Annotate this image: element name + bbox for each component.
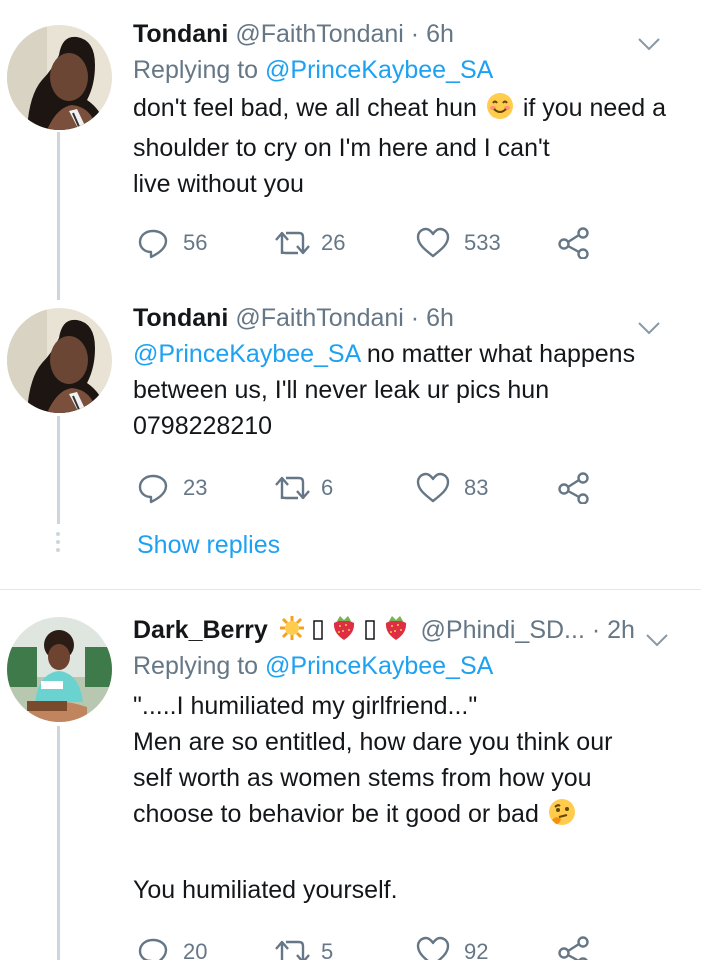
tweet-text: don't feel bad, we all cheat hun if you …: [133, 90, 689, 202]
share-button[interactable]: [557, 223, 593, 263]
strawberry-emoji: [333, 616, 354, 640]
retweet-count: 5: [321, 939, 334, 960]
replying-to: Replying to @PrinceKaybee_SA: [133, 648, 689, 684]
like-button[interactable]: 92: [416, 932, 488, 960]
tweet-text: @PrinceKaybee_SA no matter what happens …: [133, 336, 689, 444]
chevron-down-icon[interactable]: [645, 622, 669, 658]
reply-count: 23: [183, 475, 208, 500]
chevron-down-icon[interactable]: [637, 26, 661, 62]
reply-count: 56: [183, 230, 208, 255]
thread-line: [57, 726, 60, 960]
timeline: Tondani @FaithTondani · 6h Replying to @…: [0, 0, 701, 960]
retweet-button[interactable]: 5: [273, 932, 333, 960]
replying-mention[interactable]: @PrinceKaybee_SA: [265, 56, 493, 84]
retweet-icon: [275, 476, 310, 500]
tweet-text-line: live without you: [133, 170, 304, 198]
unknown-glyph-icon: [364, 620, 375, 640]
retweet-button[interactable]: 26: [273, 223, 345, 263]
tweet[interactable]: Tondani @FaithTondani · 6h Replying to @…: [133, 16, 689, 263]
thinking-face-emoji: [548, 798, 576, 836]
retweet-button[interactable]: 6: [273, 468, 333, 508]
tweet-text-line: 0798228210: [133, 412, 273, 440]
avatar[interactable]: [7, 25, 112, 130]
timestamp[interactable]: · 6h: [411, 20, 454, 48]
like-count: 83: [464, 475, 489, 500]
heart-icon: [416, 936, 450, 960]
thread-line: [57, 416, 60, 524]
mention-link[interactable]: @PrinceKaybee_SA: [133, 340, 360, 368]
chevron-down-icon[interactable]: [637, 310, 661, 346]
tweet-actions: 20 5 92: [133, 932, 689, 960]
timestamp[interactable]: · 6h: [411, 304, 454, 332]
show-replies-link[interactable]: Show replies: [137, 531, 280, 560]
tweet-text: ".....I humiliated my girlfriend..." Men…: [133, 688, 689, 908]
share-button[interactable]: [557, 468, 593, 508]
share-icon: [558, 936, 589, 960]
reply-icon: [138, 938, 168, 960]
tweet-text-line: self worth as women stems from how you: [133, 764, 592, 792]
reply-button[interactable]: 56: [137, 223, 207, 263]
display-name[interactable]: Tondani: [133, 20, 228, 48]
replying-mention[interactable]: @PrinceKaybee_SA: [265, 652, 493, 680]
smiling-face-emoji: [486, 92, 514, 130]
tweet-text-line: Men are so entitled, how dare you think …: [133, 728, 613, 756]
like-button[interactable]: 83: [416, 468, 488, 508]
replying-to: Replying to @PrinceKaybee_SA: [133, 52, 689, 88]
heart-icon: [416, 472, 450, 503]
share-icon: [558, 472, 589, 504]
reply-icon: [138, 229, 168, 259]
strawberry-emoji: [385, 616, 406, 640]
tweet-header: Dark_Berry @Phindi_SD... · 2h: [133, 612, 689, 648]
tweet-text-line: don't feel bad, we all cheat hun: [133, 94, 477, 122]
tweet-actions: 23 6 83: [133, 468, 689, 508]
display-name[interactable]: Tondani: [133, 304, 228, 332]
reply-count: 20: [183, 939, 208, 960]
avatar[interactable]: [7, 308, 112, 413]
unknown-glyph-icon: [312, 620, 323, 640]
like-button[interactable]: 533: [416, 223, 501, 263]
tweet-header: Tondani @FaithTondani · 6h: [133, 16, 689, 52]
like-count: 92: [464, 939, 489, 960]
display-name[interactable]: Dark_Berry: [133, 616, 268, 644]
reply-button[interactable]: 20: [137, 932, 207, 960]
tweet-text-line: You humiliated yourself.: [133, 876, 398, 904]
share-icon: [558, 227, 589, 259]
user-handle[interactable]: @FaithTondani: [235, 20, 404, 48]
retweet-icon: [275, 231, 310, 255]
retweet-icon: [275, 940, 310, 960]
user-handle[interactable]: @FaithTondani: [235, 304, 404, 332]
tweet-header: Tondani @FaithTondani · 6h: [133, 300, 689, 336]
replying-label: Replying to: [133, 652, 259, 680]
reply-icon: [138, 474, 168, 504]
name-emojis: [279, 613, 410, 651]
like-count: 533: [464, 230, 501, 255]
tweet-text-line: ".....I humiliated my girlfriend...": [133, 692, 478, 720]
reply-button[interactable]: 23: [137, 468, 207, 508]
tweet-text-line: between us, I'll never leak ur pics hun: [133, 376, 550, 404]
tweet[interactable]: Tondani @FaithTondani · 6h @PrinceKaybee…: [133, 300, 689, 508]
heart-icon: [416, 227, 450, 258]
tweet-actions: 56 26 533: [133, 223, 689, 263]
tweet-text-line: no matter what happens: [366, 340, 636, 368]
timestamp[interactable]: · 2h: [592, 616, 635, 644]
tweet-text-line: choose to behavior be it good or bad: [133, 800, 539, 828]
avatar[interactable]: [7, 617, 112, 722]
thread-line: [57, 132, 60, 300]
replying-label: Replying to: [133, 56, 259, 84]
user-handle[interactable]: @Phindi_SD...: [421, 616, 585, 644]
sun-emoji: [279, 616, 304, 640]
retweet-count: 26: [321, 230, 346, 255]
thread-dots: [55, 532, 62, 556]
retweet-count: 6: [321, 475, 334, 500]
tweet[interactable]: Dark_Berry @Phindi_SD... · 2h Replying t…: [133, 612, 689, 960]
divider: [0, 589, 701, 590]
share-button[interactable]: [557, 932, 593, 960]
